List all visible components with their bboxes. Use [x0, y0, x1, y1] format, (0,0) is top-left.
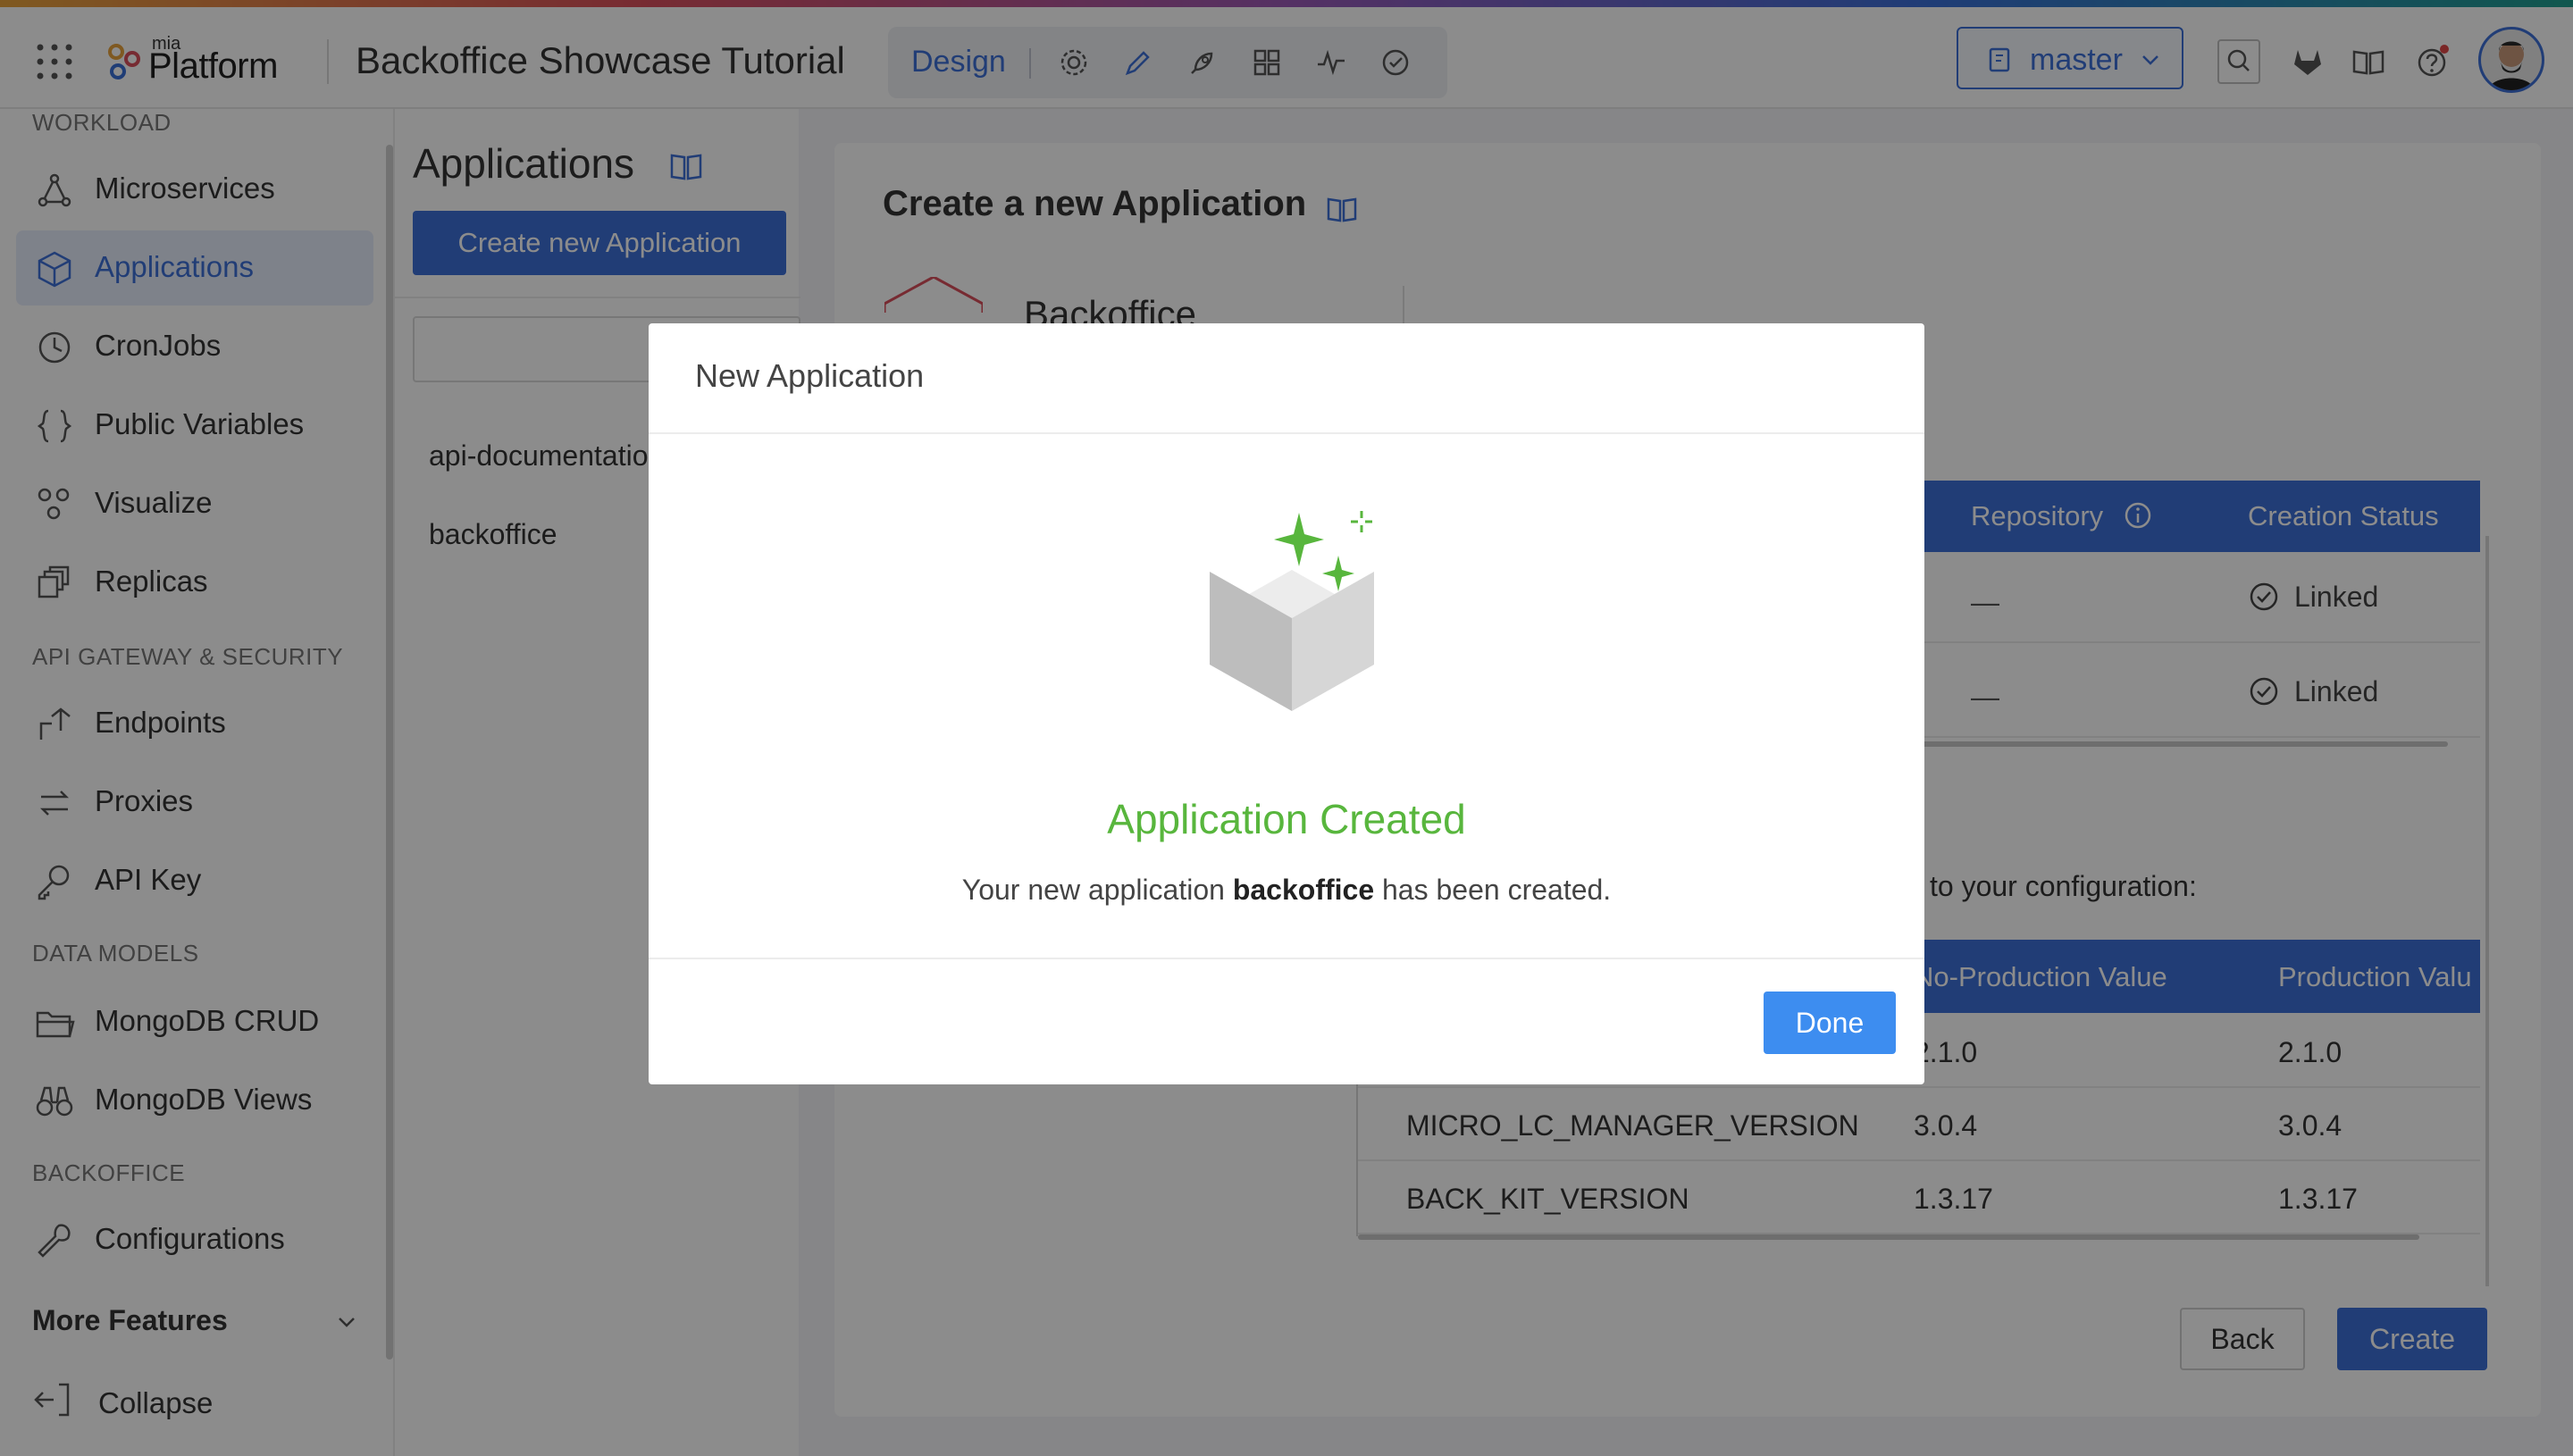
done-button[interactable]: Done	[1764, 992, 1896, 1054]
success-message: Your new application backoffice has been…	[649, 874, 1924, 907]
success-message-suffix: has been created.	[1374, 874, 1612, 906]
success-title: Application Created	[1107, 796, 1466, 842]
created-cube-illustration-icon	[1210, 511, 1374, 711]
modal-title: New Application	[695, 357, 925, 394]
new-application-modal: New Application Application Created Your…	[649, 323, 1924, 1084]
created-app-name: backoffice	[1232, 874, 1375, 906]
modal-footer-divider	[649, 958, 1924, 959]
success-message-prefix: Your new application	[961, 874, 1233, 906]
modal-header: New Application	[649, 323, 1924, 434]
